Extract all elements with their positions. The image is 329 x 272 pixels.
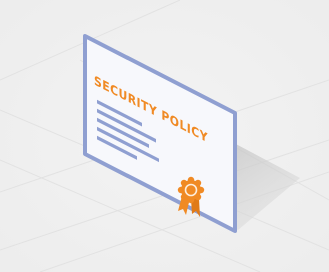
security-policy-illustration: SECURITY POLICY (0, 0, 329, 272)
illustration-canvas: SECURITY POLICY (0, 0, 329, 272)
